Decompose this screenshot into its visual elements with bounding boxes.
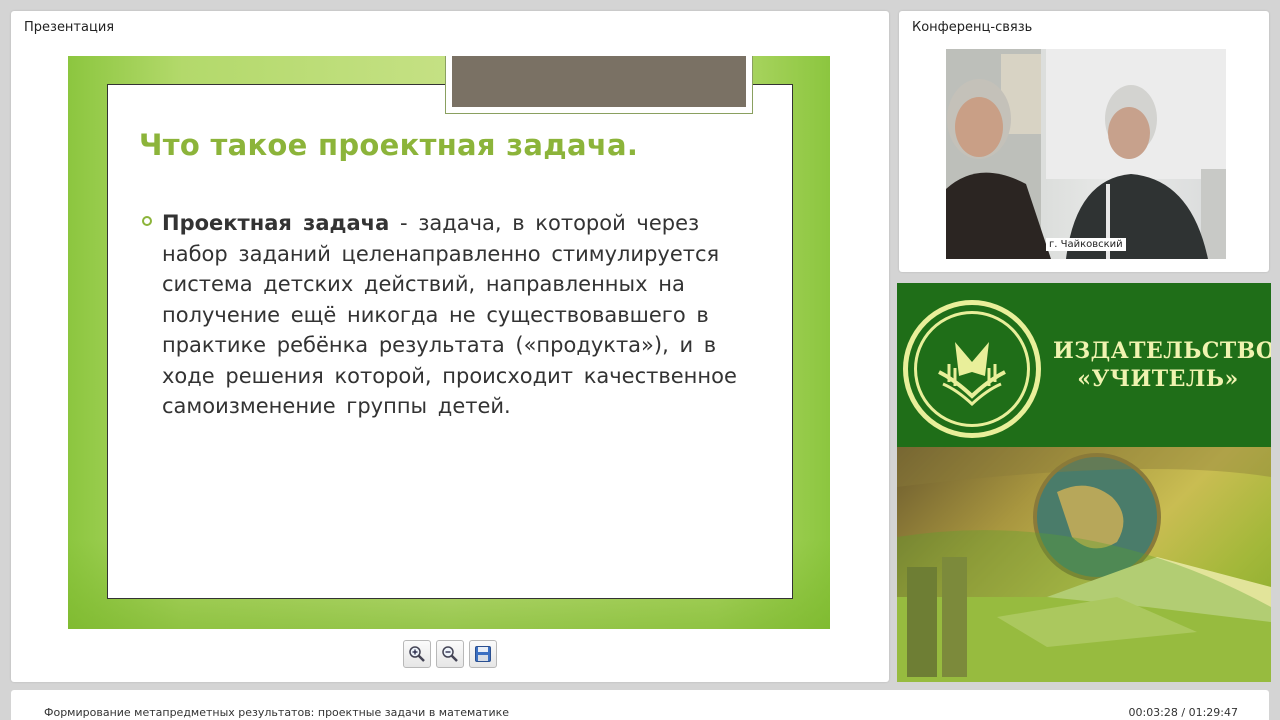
zoom-out-button[interactable] xyxy=(436,640,464,668)
save-button[interactable] xyxy=(469,640,497,668)
save-icon xyxy=(475,646,491,662)
zoom-in-button[interactable] xyxy=(403,640,431,668)
books-globe-image xyxy=(897,447,1271,682)
publisher-banner-header: ИЗДАТЕЛЬСТВО «УЧИТЕЛЬ» xyxy=(897,283,1271,447)
publisher-banner[interactable]: ИЗДАТЕЛЬСТВО «УЧИТЕЛЬ» xyxy=(897,283,1271,682)
presentation-panel: Презентация Что такое проектная задача. … xyxy=(11,11,889,682)
slide: Что такое проектная задача. Проектная за… xyxy=(46,56,852,629)
publisher-name: ИЗДАТЕЛЬСТВО «УЧИТЕЛЬ» xyxy=(1053,337,1271,393)
book-emblem-icon xyxy=(938,342,1006,407)
conference-panel: Конференц-связь г. Чайковский xyxy=(899,11,1269,272)
publisher-logo-ring xyxy=(914,311,1030,427)
slide-heading: Что такое проектная задача. xyxy=(139,128,639,162)
video-location-label: г. Чайковский xyxy=(1046,238,1126,251)
slide-body: Проектная задача - задача, в которой чер… xyxy=(162,208,762,422)
playback-time: 00:03:28 / 01:29:47 xyxy=(1128,706,1238,719)
slide-definition: - задача, в которой через набор заданий … xyxy=(162,211,737,418)
video-participants-image xyxy=(946,49,1226,259)
publisher-name-line1: ИЗДАТЕЛЬСТВО xyxy=(1053,338,1271,364)
conference-panel-title: Конференц-связь xyxy=(912,20,1033,35)
slide-term: Проектная задача xyxy=(162,211,390,235)
presentation-panel-title: Презентация xyxy=(24,20,115,35)
zoom-in-icon xyxy=(409,646,425,662)
bullet-icon xyxy=(142,216,152,226)
webinar-title: Формирование метапредметных результатов:… xyxy=(44,706,510,719)
slide-toolbar xyxy=(403,640,497,668)
video-feed[interactable]: г. Чайковский xyxy=(946,49,1226,259)
books-globe-photo xyxy=(897,447,1271,682)
publisher-name-line2: «УЧИТЕЛЬ» xyxy=(1077,366,1239,392)
publisher-logo-icon xyxy=(903,300,1041,438)
slide-header-tab-fill xyxy=(452,56,746,107)
footer-bar: Формирование метапредметных результатов:… xyxy=(11,690,1269,720)
zoom-out-icon xyxy=(442,646,458,662)
slide-header-tab xyxy=(445,56,753,114)
